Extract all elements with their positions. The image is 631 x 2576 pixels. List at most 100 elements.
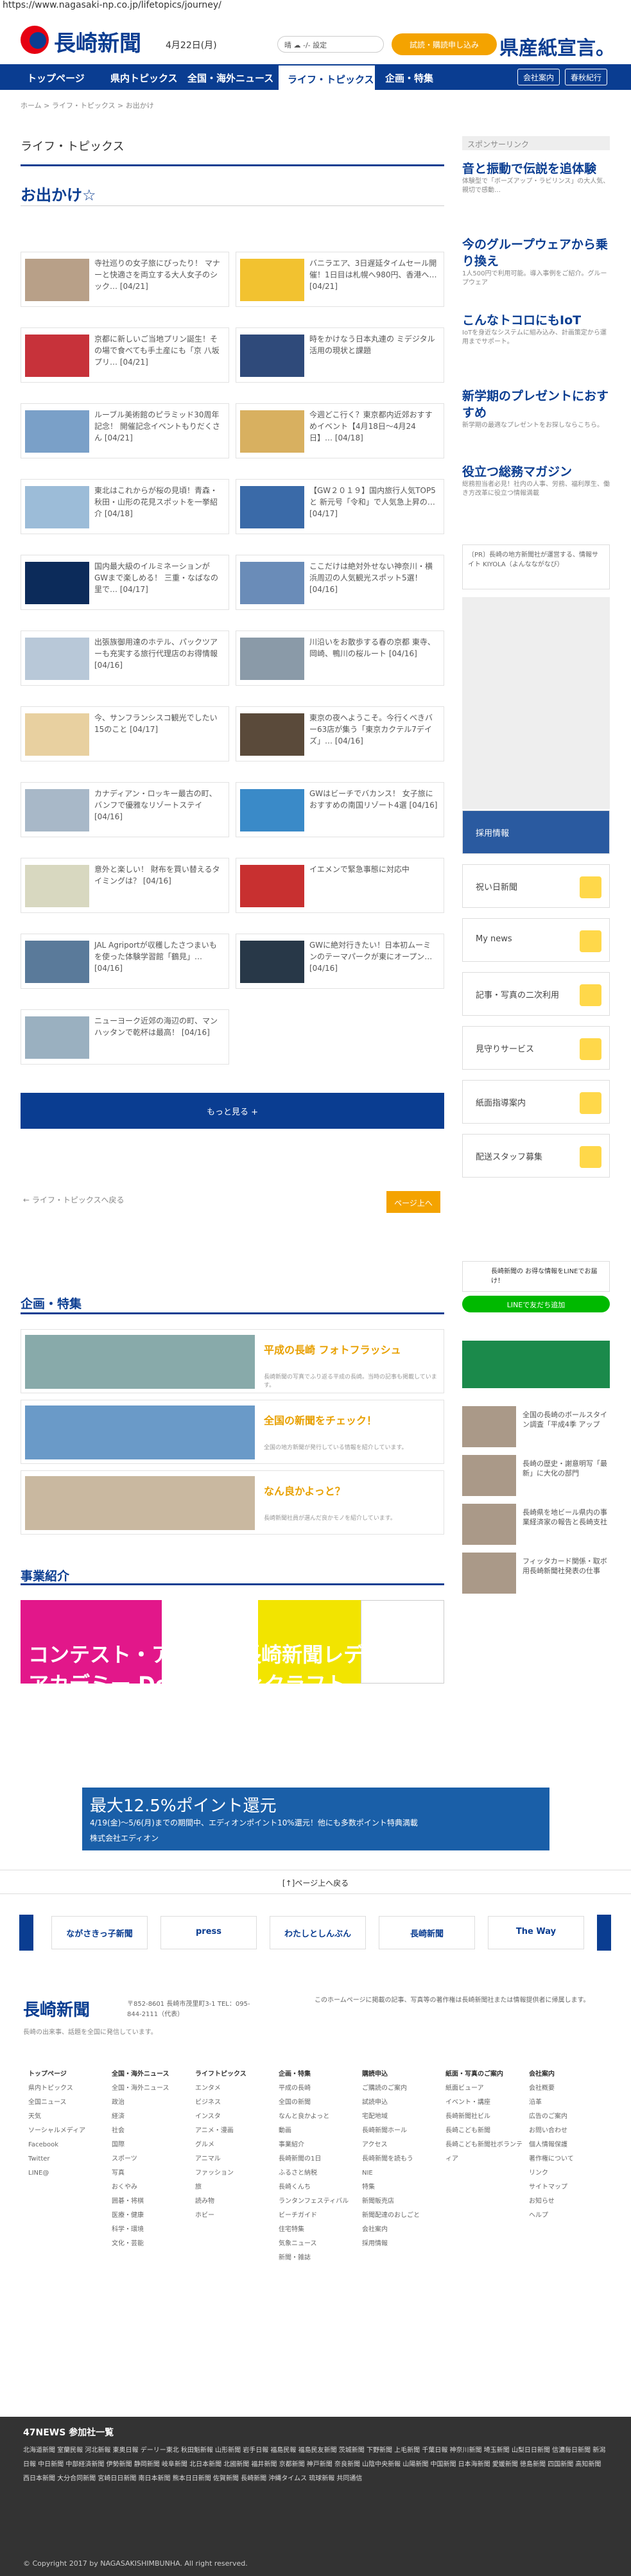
nav-shunju[interactable]: 春秋紀行 — [565, 69, 608, 85]
page-top-link[interactable]: [↑]ページ上へ戻る — [0, 1870, 631, 1894]
footer-link[interactable]: 文化・芸能 — [112, 2237, 189, 2251]
footer-link[interactable]: お問い合わせ — [529, 2124, 606, 2138]
footer-link[interactable]: ビーチガイド — [279, 2209, 356, 2223]
service-recruit[interactable]: 採用情報 — [462, 810, 610, 854]
footer-link[interactable]: 沿革 — [529, 2096, 606, 2110]
footer-link[interactable]: エンタメ — [195, 2082, 272, 2096]
footer-link[interactable]: グルメ — [195, 2138, 272, 2152]
ranking-item[interactable]: 長崎県を地ビール県内の事業経済家の報告と長崎支社 — [462, 1504, 610, 1545]
footer-link[interactable]: 長崎新聞の1日 — [279, 2152, 356, 2166]
footer-link[interactable]: 天気 — [28, 2110, 105, 2124]
footer-link[interactable]: 事業紹介 — [279, 2138, 356, 2152]
footer-link[interactable]: アクセス — [362, 2138, 439, 2152]
sponsor-item[interactable]: 音と振動で伝説を追体験 体験型で「ボーズアップ・ラビリンス」の大人気、親切で感動… — [462, 161, 610, 195]
article-card[interactable]: 東京の夜へようこそ。今行くべきバー63店が集う「東京カクテル7デイズ」… [04… — [236, 706, 444, 761]
line-add-button[interactable]: LINEで友だち追加 — [462, 1296, 610, 1312]
article-card[interactable]: 川沿いをお散歩する春の京都 東寺、岡崎、鴨川の桜ルート [04/16] — [236, 631, 444, 686]
partner-links[interactable]: 北海道新聞 室蘭民報 河北新報 東奥日報 デーリー東北 秋田魁新報 山形新聞 岩… — [23, 2444, 607, 2486]
footer-link[interactable]: 長崎新聞社ビル — [445, 2110, 523, 2124]
footer-link[interactable]: 特集 — [362, 2180, 439, 2195]
footer-link[interactable]: アニマル — [195, 2152, 272, 2166]
article-card[interactable]: 東北はこれからが桜の見頃！青森・秋田・山形の花見スポットを一挙紹介 [04/18… — [21, 479, 229, 534]
campaign-banner[interactable]: 県産紙宣言。 — [499, 32, 615, 60]
footer-column-title[interactable]: 企画・特集 — [279, 2067, 356, 2082]
footer-link[interactable]: 新聞・雑誌 — [279, 2251, 356, 2265]
sponsor-item[interactable]: 役立つ総務マガジン 総務担当者必見！社内の人事、労務、福利厚生、働き方改革に役立つ… — [462, 464, 610, 498]
footer-link[interactable]: 政治 — [112, 2096, 189, 2110]
footer-link[interactable]: 長崎新聞ホール — [362, 2124, 439, 2138]
footer-column-title[interactable]: 会社案内 — [529, 2067, 606, 2082]
footer-column-title[interactable]: トップページ — [28, 2067, 105, 2082]
footer-link[interactable]: インスタ — [195, 2110, 272, 2124]
service-link[interactable]: My news — [462, 918, 610, 962]
footer-link[interactable]: 平成の長崎 — [279, 2082, 356, 2096]
footer-link[interactable]: スポーツ — [112, 2152, 189, 2166]
article-card[interactable]: カナディアン・ロッキー最古の町、バンフで優雅なリゾートステイ [04/16] — [21, 782, 229, 837]
sponsor-item[interactable]: 新学期のプレゼントにおすすめ 新学期の最適なプレゼントをお探しならこちら。 — [462, 388, 610, 430]
footer-link[interactable]: 新聞販売店 — [362, 2195, 439, 2209]
sponsor-item[interactable]: こんなトコロにもIoT IoTを身近なシステムに組み込み、計画策定から運用までサポ… — [462, 312, 610, 347]
nav-feature[interactable]: 企画・特集 — [385, 64, 433, 90]
article-card[interactable]: 今、サンフランシスコ観光でしたい15のこと [04/17] — [21, 706, 229, 761]
breadcrumb[interactable]: ホーム > ライフ・トピックス > お出かけ — [21, 100, 154, 110]
external-link[interactable]: ながさきっ子新聞 — [51, 1916, 148, 1949]
footer-link[interactable]: ヘルプ — [529, 2209, 606, 2223]
footer-link[interactable]: 経済 — [112, 2110, 189, 2124]
nav-top[interactable]: トップページ — [27, 64, 85, 90]
page-top-button[interactable]: ページ上へ — [386, 1191, 440, 1213]
footer-link[interactable]: ご購読のご案内 — [362, 2082, 439, 2096]
footer-link[interactable]: ファッション — [195, 2166, 272, 2180]
footer-link[interactable]: ビジネス — [195, 2096, 272, 2110]
footer-link[interactable]: NIE — [362, 2166, 439, 2180]
site-logo[interactable]: 長崎新聞 — [21, 22, 155, 58]
footer-link[interactable]: Facebook — [28, 2138, 105, 2152]
feature-card[interactable]: 全国の新聞をチェック！ 全国の地方新聞が発行している情報を紹介しています。 — [21, 1400, 444, 1464]
article-card[interactable]: GWに絶対行きたい！日本初ムーミンのテーマパークが東にオープン… [04/16] — [236, 934, 444, 989]
footer-link[interactable]: 県内トピックス — [28, 2082, 105, 2096]
business-banner-carousel[interactable]: コンテスト・アワード 長崎新聞レディスアカデミー Do-iT 地域×クラフト — [21, 1600, 444, 1696]
article-card[interactable]: GWはビーチでバカンス！ 女子旅におすすめの南国リゾート4選 [04/16] — [236, 782, 444, 837]
service-link[interactable]: 配送スタッフ募集 — [462, 1134, 610, 1178]
external-link[interactable]: わたしとしんぶん — [270, 1916, 366, 1949]
footer-link[interactable]: リンク — [529, 2166, 606, 2180]
footer-link[interactable]: 新聞配達のおしごと — [362, 2209, 439, 2223]
url-bar[interactable]: https://www.nagasaki-np.co.jp/lifetopics… — [3, 0, 221, 10]
advertisement[interactable]: 最大12.5%ポイント還元 4/19(金)～5/6(月)までの期間中、エディオン… — [82, 1788, 549, 1850]
ranking-item[interactable]: フィッタカード関係・取ボ用長崎新聞社発表の仕事 — [462, 1553, 610, 1594]
more-button[interactable]: もっと見る + — [21, 1093, 444, 1129]
external-link[interactable]: The Way — [488, 1916, 584, 1949]
article-card[interactable]: ニューヨーク近郊の海辺の町、マンハッタンで乾杯は最高！ [04/16] — [21, 1009, 229, 1065]
footer-link[interactable]: 全国の新聞 — [279, 2096, 356, 2110]
footer-link[interactable]: 写真 — [112, 2166, 189, 2180]
footer-link[interactable]: お知らせ — [529, 2195, 606, 2209]
article-card[interactable]: JAL Agriportが収穫したさつまいもを使った体験学習館「鶴見」… [04… — [21, 934, 229, 989]
sponsor-item[interactable]: 今のグループウェアから乗り換え 1人500円で利用可能。導入事例をご紹介。グループ… — [462, 236, 610, 288]
external-link[interactable]: 長崎新聞 — [379, 1916, 475, 1949]
weather-widget[interactable]: 晴 ☁ -/- 設定 — [277, 36, 384, 53]
footer-link[interactable]: 長崎くんち — [279, 2180, 356, 2195]
footer-link[interactable]: サイトマップ — [529, 2180, 606, 2195]
footer-link[interactable]: 会社案内 — [362, 2223, 439, 2237]
footer-column-title[interactable]: 全国・海外ニュース — [112, 2067, 189, 2082]
article-card[interactable]: 今週どこ行く？東京都内近郊おすすめイベント【4月18日～4月24日】… [04/… — [236, 403, 444, 458]
feature-card[interactable]: 平成の長崎 フォトフラッシュ 長崎新聞の写真でふり返る平成の長崎。当時の記事も掲載… — [21, 1329, 444, 1393]
footer-link[interactable]: Twitter — [28, 2152, 105, 2166]
ranking-item[interactable]: 全国の長崎のボールスタイン調査「平成4季 アップ — [462, 1406, 610, 1447]
footer-link[interactable]: 囲碁・将棋 — [112, 2195, 189, 2209]
footer-link[interactable]: 住宅特集 — [279, 2223, 356, 2237]
article-card[interactable]: ここだけは絶対外せない神奈川・横浜周辺の人気観光スポット5選！[04/16] — [236, 555, 444, 610]
nav-company[interactable]: 会社案内 — [517, 69, 560, 85]
article-card[interactable]: 時をかけなう日本丸連の ミデジタル活用の現状と課題 — [236, 327, 444, 383]
service-link[interactable]: 記事・写真の二次利用 — [462, 972, 610, 1016]
article-card[interactable]: バニラエア、3日遅延タイムセール開催！1日目は札幌へ980円、香港へ… [04/… — [236, 252, 444, 307]
footer-link[interactable]: 気象ニュース — [279, 2237, 356, 2251]
service-link[interactable]: 見守りサービス — [462, 1026, 610, 1070]
nav-local[interactable]: 県内トピックス — [110, 64, 178, 90]
footer-link[interactable]: LINE@ — [28, 2166, 105, 2180]
footer-link[interactable]: 旅 — [195, 2180, 272, 2195]
footer-link[interactable]: 採用情報 — [362, 2237, 439, 2251]
footer-link[interactable]: 社会 — [112, 2124, 189, 2138]
footer-link[interactable]: アニメ・漫画 — [195, 2124, 272, 2138]
carousel-next-icon[interactable] — [597, 1915, 611, 1951]
footer-link[interactable]: 全国・海外ニュース — [112, 2082, 189, 2096]
